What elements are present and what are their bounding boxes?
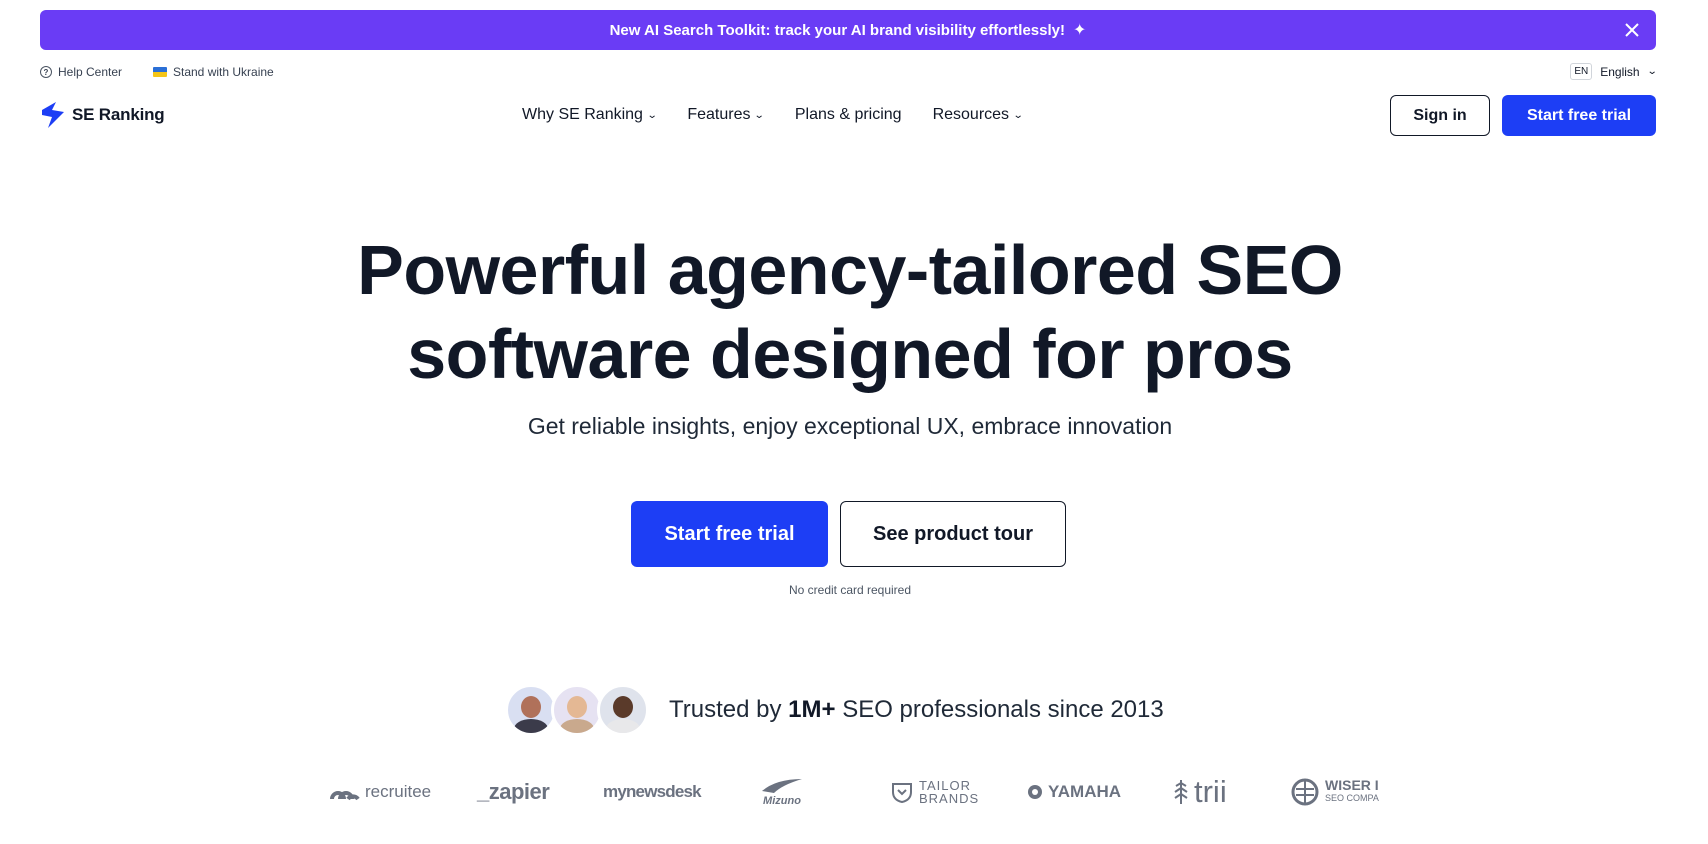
hero-title-line2: software designed for pros (407, 315, 1293, 393)
ukraine-link[interactable]: Stand with Ukraine (153, 65, 274, 79)
wiser-logo: WISER I SEO COMPA (1290, 770, 1380, 814)
close-icon[interactable] (1620, 18, 1644, 42)
tree-icon (1174, 780, 1188, 804)
logo[interactable]: SE Ranking (40, 100, 165, 130)
trusted-section: Trusted by 1M+ SEO professionals since 2… (505, 683, 1164, 737)
chevron-down-icon: ⌄ (646, 109, 658, 121)
language-selector[interactable]: EN English ⌄ (1570, 63, 1658, 80)
trusted-highlight: 1M+ (788, 696, 836, 723)
nav-menu: Why SE Ranking ⌄ Features ⌄ Plans & pric… (522, 106, 1024, 124)
nav-item-label: Features (687, 106, 751, 123)
nav-item-label: Resources (932, 106, 1010, 123)
hero-title-line1: Powerful agency-tailored SEO (357, 231, 1343, 309)
brand-name: trii (1194, 774, 1227, 809)
nav-item-features[interactable]: Features ⌄ (687, 106, 766, 124)
utility-bar: ? Help Center Stand with Ukraine EN Engl… (40, 63, 1658, 83)
mizuno-runbird-icon (762, 779, 802, 793)
trusted-text: Trusted by 1M+ SEO professionals since 2… (669, 696, 1164, 724)
hero-subtitle: Get reliable insights, enjoy exceptional… (527, 413, 1173, 439)
brand-name: Mizuno (763, 795, 801, 807)
nav-item-resources[interactable]: Resources ⌄ (932, 106, 1024, 124)
nav-item-label: Why SE Ranking (522, 106, 643, 123)
hero-title: Powerful agency-tailored SEO software de… (0, 228, 1700, 396)
client-logos: recruitee _zapier mynewsdesk Mizuno TAIL… (330, 770, 1380, 814)
nav-item-label: Plans & pricing (794, 106, 902, 123)
chevron-down-icon: ⌄ (1012, 109, 1024, 121)
nav-item-why-se-ranking[interactable]: Why SE Ranking ⌄ (522, 106, 658, 124)
trusted-suffix: SEO professionals since 2013 (842, 696, 1164, 723)
brand-name: BRANDS (919, 791, 980, 806)
sparkle-icon: ✦ (1072, 22, 1087, 39)
chevron-down-icon: ⌄ (1646, 66, 1658, 77)
recruitee-icon (330, 791, 360, 801)
tailor-brands-icon (892, 783, 912, 804)
mizuno-logo: Mizuno (760, 770, 804, 814)
zapier-logo: _zapier (477, 770, 550, 814)
yamaha-logo: YAMAHA (1027, 770, 1121, 814)
avatar-group (505, 684, 649, 736)
ukraine-flag-icon (153, 67, 167, 77)
announcement-banner[interactable]: New AI Search Toolkit: track your AI bra… (40, 10, 1656, 50)
recruitee-logo: recruitee (330, 770, 431, 814)
brand-name: YAMAHA (1048, 782, 1122, 801)
tailor-brands-logo: TAILOR BRANDS (890, 770, 979, 814)
trusted-prefix: Trusted by (669, 696, 782, 723)
start-trial-button[interactable]: Start free trial (631, 501, 828, 567)
help-center-link[interactable]: ? Help Center (40, 65, 122, 79)
help-icon: ? (40, 66, 52, 78)
brand-name: mynewsdesk (603, 782, 702, 801)
yamaha-emblem-icon (1028, 785, 1042, 799)
banner-text: New AI Search Toolkit: track your AI bra… (609, 21, 1065, 39)
language-code: EN (1570, 63, 1593, 80)
brain-icon (1291, 778, 1319, 806)
start-trial-nav-button[interactable]: Start free trial (1502, 95, 1656, 136)
product-tour-button[interactable]: See product tour (840, 501, 1066, 567)
no-credit-card-note: No credit card required (788, 583, 912, 597)
nav-item-plans-pricing[interactable]: Plans & pricing (795, 106, 902, 124)
trii-logo: trii (1173, 770, 1227, 814)
brand-name: _zapier (477, 779, 550, 804)
logo-icon (42, 102, 64, 128)
chevron-down-icon: ⌄ (754, 109, 766, 121)
brand-name: SEO COMPA (1325, 793, 1379, 803)
ukraine-label: Stand with Ukraine (173, 65, 274, 79)
avatar (505, 684, 557, 736)
mynewsdesk-logo: mynewsdesk (603, 770, 702, 814)
sign-in-button[interactable]: Sign in (1390, 95, 1490, 136)
brand-name: recruitee (365, 782, 432, 801)
language-label: English (1600, 64, 1640, 79)
main-nav: SE Ranking Why SE Ranking ⌄ Features ⌄ P… (40, 94, 1656, 136)
help-center-label: Help Center (58, 65, 123, 79)
avatar (551, 684, 603, 736)
brand-name: WISER I (1325, 777, 1379, 793)
avatar (597, 684, 649, 736)
logo-text: SE Ranking (72, 105, 165, 124)
